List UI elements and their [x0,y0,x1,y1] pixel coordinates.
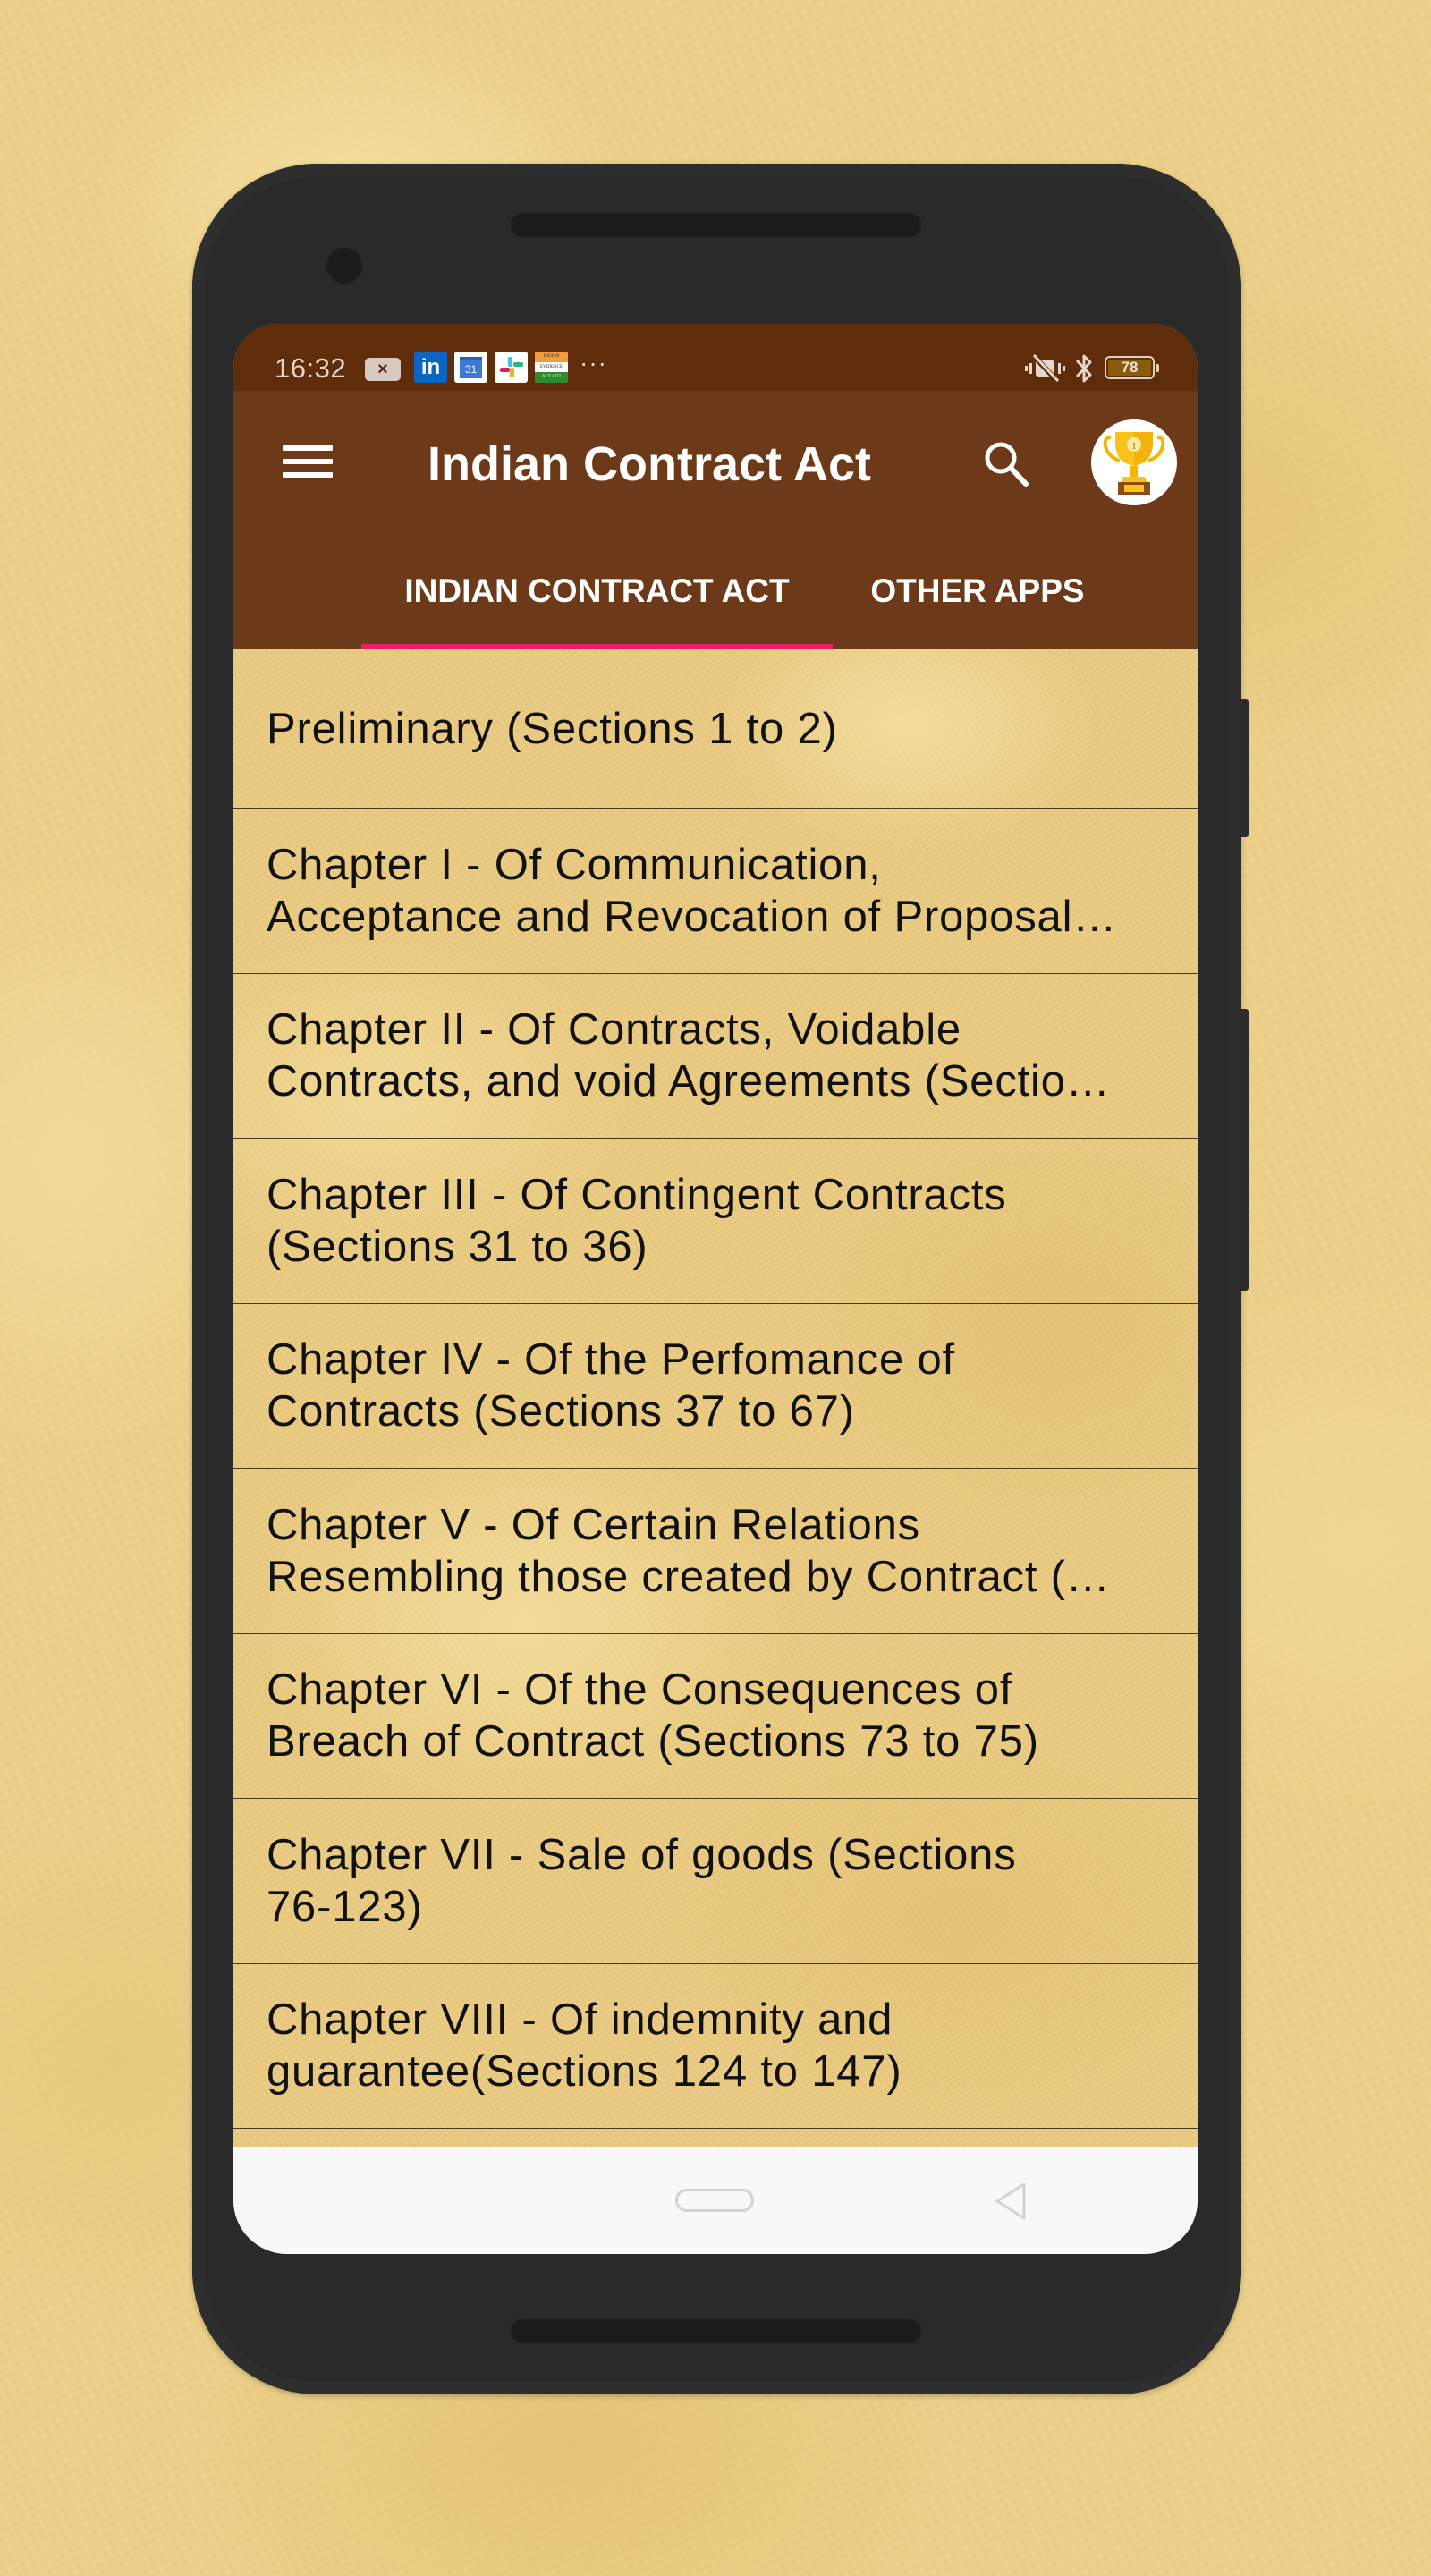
chapter-title-line: Chapter I - Of Communication, [267,840,882,889]
tab-other-apps[interactable]: OTHER APPS [833,542,1122,649]
more-notifications-icon: ··· [580,349,607,377]
trophy-icon: 1 [1103,432,1165,495]
back-button[interactable] [990,2181,1031,2222]
trophy-rank: 1 [1131,439,1137,452]
volume-button [1240,1009,1249,1291]
chapter-title-line: Chapter II - Of Contracts, Voidable [267,1005,961,1055]
linkedin-icon: in [414,352,447,383]
battery-level: 78 [1108,360,1151,376]
chapter-list-item[interactable]: Chapter VI - Of the Consequences of Brea… [233,1634,1198,1799]
slack-icon [495,352,528,383]
close-notification-icon: × [365,358,401,381]
chapter-title-line: guarantee(Sections 124 to 147) [267,2047,902,2097]
chapter-list-item[interactable]: Preliminary (Sections 1 to 2) [233,649,1198,809]
chapter-title-line: Breach of Contract (Sections 73 to 75) [267,1717,1039,1767]
chapter-list-item[interactable]: Chapter I - Of Communication, Acceptance… [233,809,1198,974]
indian-icon-line: INDIAN [535,352,568,362]
chapter-title-line: 76-123) [267,1882,423,1931]
chapter-title-line: Chapter IV - Of the Perfomance of [267,1335,955,1385]
search-icon [985,442,1029,487]
chapter-title-line: Acceptance and Revocation of Proposal… [267,892,1118,941]
chapter-list-item[interactable]: Chapter III - Of Contingent Contracts (S… [233,1139,1198,1304]
app-title: Indian Contract Act [428,437,872,491]
status-bar: 16:32 × in 31 INDIAN EVIDENCE ACT 1872 ·… [233,324,1198,391]
tab-indian-contract-act[interactable]: INDIAN CONTRACT ACT [361,542,833,649]
chapter-title-line: Contracts, and void Agreements (Sectio… [267,1057,1111,1106]
chapter-list-item[interactable]: Chapter IV - Of the Perfomance of Contra… [233,1304,1198,1469]
chapter-title-line: Chapter III - Of Contingent Contracts [267,1170,1007,1219]
app-bar: Indian Contract Act 1 [233,391,1198,542]
bottom-speaker [511,2319,921,2343]
chapter-title-line: Preliminary (Sections 1 to 2) [267,704,838,753]
chapter-list-item-partial[interactable] [233,2129,1198,2147]
chapter-list-item[interactable]: Chapter VII - Sale of goods (Sections 76… [233,1799,1198,1964]
chapter-title-line: (Sections 31 to 36) [267,1222,648,1271]
status-time: 16:32 [275,352,347,384]
chapter-title-line: Chapter VIII - Of indemnity and [267,1996,893,2045]
chapter-title-line: Resembling those created by Contract (… [267,1552,1111,1601]
indian-icon-line: ACT 1872 [535,372,568,383]
chapter-list-item[interactable]: Chapter II - Of Contracts, Voidable Cont… [233,974,1198,1139]
chapter-list[interactable]: Preliminary (Sections 1 to 2) Chapter I … [233,649,1198,2147]
top-speaker [511,213,921,237]
system-nav-bar [233,2147,1198,2254]
chapter-title-line: Chapter V - Of Certain Relations [267,1500,920,1549]
chapter-title-line: Contracts (Sections 37 to 67) [267,1387,855,1436]
bluetooth-icon [1075,354,1092,383]
battery-icon: 78 [1105,356,1159,379]
tab-bar: INDIAN CONTRACT ACT OTHER APPS [233,542,1198,650]
calendar-day: 31 [460,357,482,378]
back-icon [995,2182,1026,2220]
chapter-list-item[interactable]: Chapter VIII - Of indemnity and guarante… [233,1964,1198,2129]
vibrate-off-icon [1025,353,1065,384]
indian-icon-line: EVIDENCE [535,361,568,373]
power-button [1240,699,1249,837]
chapter-list-item[interactable]: Chapter V - Of Certain Relations Resembl… [233,1469,1198,1634]
phone-screen: 16:32 × in 31 INDIAN EVIDENCE ACT 1872 ·… [233,324,1198,2254]
home-button[interactable] [675,2189,754,2212]
google-calendar-icon: 31 [454,352,487,383]
chapter-title-line: Chapter VI - Of the Consequences of [267,1665,1013,1715]
achievements-button[interactable]: 1 [1091,419,1177,505]
chapter-title-line: Chapter VII - Sale of goods (Sections [267,1830,1017,1879]
front-camera [326,248,362,284]
search-button[interactable] [976,434,1035,493]
hamburger-menu-button[interactable] [274,436,342,487]
indian-evidence-act-icon: INDIAN EVIDENCE ACT 1872 [535,352,568,383]
